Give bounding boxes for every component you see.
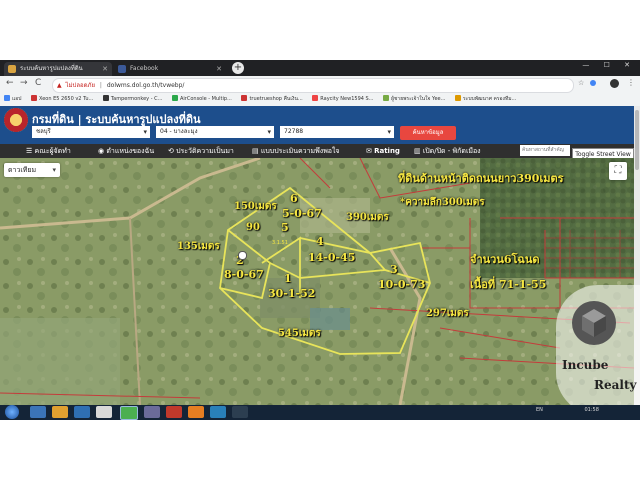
menu-history[interactable]: ⟲ ประวัติความเป็นมา	[168, 144, 234, 158]
window-controls[interactable]: — ☐ ✕	[582, 61, 636, 69]
parcel-6-area: 5-0-67	[282, 207, 322, 220]
forward-button[interactable]: →	[20, 78, 28, 88]
parcel-1-area: 30-1-52	[268, 287, 316, 300]
browser-tab-strip: ระบบค้นหารูปแปลงที่ดิน ✕ Facebook ✕	[0, 60, 640, 76]
parcel-number-input[interactable]: 72788	[280, 126, 394, 138]
measurement-bottom-right: 297เมตร	[426, 308, 469, 319]
bookmark-item[interactable]: Xeon E5 2650 v2 Tu...	[31, 93, 93, 106]
parcel-5-number: 5	[281, 221, 289, 234]
bookmark-favicon-icon	[171, 95, 178, 101]
watermark-line1: Incube	[562, 358, 609, 372]
tab-land-search[interactable]: ระบบค้นหารูปแปลงที่ดิน ✕	[4, 62, 112, 76]
parcel-2-area: 8-0-67	[224, 268, 264, 281]
watermark-line2: Realty	[594, 378, 637, 392]
new-tab-button[interactable]: +	[232, 62, 244, 74]
parcel-4-number: 4	[316, 235, 324, 248]
land-department-logo-icon	[4, 108, 28, 132]
media-taskbar-icon[interactable]	[74, 406, 90, 418]
clock[interactable]: 01:58	[585, 407, 599, 413]
explorer-taskbar-icon[interactable]	[30, 406, 46, 418]
district-select[interactable]: 04 - บางละมุง	[156, 126, 274, 138]
app-taskbar-icon[interactable]	[232, 406, 248, 418]
bookmark-item[interactable]: truetrueshop คืนเงิน...	[241, 93, 303, 106]
bookmark-item[interactable]: ระบบพัฒนาศ ครองทีม...	[454, 93, 516, 106]
parcel-3-area: 10-0-73	[378, 278, 426, 291]
system-tray: EN 01:58	[536, 407, 599, 413]
bookmark-favicon-icon	[312, 95, 319, 101]
road-front-note: ที่ดินด้านหน้าติดถนนยาว390เมตร	[398, 172, 564, 185]
chrome-taskbar-icon[interactable]	[120, 406, 138, 420]
bookmark-item[interactable]: Raycity New1594 S...	[312, 93, 373, 106]
parcel-3-number: 3	[390, 263, 398, 276]
bookmark-favicon-icon	[102, 95, 109, 101]
bookmark-item[interactable]: Tampermonkey - C...	[102, 93, 162, 106]
map-type-select[interactable]: ดาวเทียม	[4, 163, 60, 177]
url-text: dolwms.dol.go.th/tvwebp/	[106, 82, 185, 89]
bookmark-favicon-icon	[31, 95, 37, 101]
extension-icon[interactable]	[590, 80, 596, 86]
apps-grid-icon	[4, 95, 10, 101]
warning-icon: ▲	[57, 82, 62, 89]
reload-button[interactable]: C	[35, 78, 41, 88]
close-tab-icon[interactable]: ✕	[102, 62, 108, 76]
incube-logo-icon	[572, 301, 616, 345]
menu-toggle-coordinates[interactable]: ▥ เปิด/ปิด - พิกัดเมือง	[414, 144, 481, 158]
avatar[interactable]	[610, 79, 619, 88]
place-search-input[interactable]: ค้นหาสถานที่สำคัญ	[520, 145, 570, 156]
measurement-left-small: 90	[246, 222, 260, 233]
app-taskbar-icon[interactable]	[188, 406, 204, 418]
bookmark-item[interactable]: ผู้ชายพระเจ้าในใจ Yee...	[383, 93, 445, 106]
address-bar[interactable]: ▲ ไม่ปลอดภัย | dolwms.dol.go.th/tvwebp/	[52, 78, 574, 93]
province-select[interactable]: ชลบุรี	[32, 126, 150, 138]
menu-rating[interactable]: ✉ Rating	[366, 144, 400, 158]
land-department-icon	[8, 65, 16, 73]
bookmark-favicon-icon	[454, 95, 461, 101]
menu-credits[interactable]: ☰ คณะผู้จัดทำ	[26, 144, 71, 158]
app-taskbar-icon[interactable]	[96, 406, 112, 418]
language-indicator[interactable]: EN	[536, 407, 543, 413]
bookmark-item[interactable]: AirConsole - Multip...	[171, 93, 232, 106]
app-taskbar-icon[interactable]	[210, 406, 226, 418]
menu-my-location[interactable]: ◉ ตำแหน่งของฉัน	[98, 144, 154, 158]
tiny-label: 3.1.51	[272, 240, 288, 246]
close-tab-icon[interactable]: ✕	[216, 62, 222, 76]
scrollbar-thumb[interactable]	[635, 110, 639, 170]
parcel-4-area: 14-0-45	[308, 251, 356, 264]
folder-taskbar-icon[interactable]	[52, 406, 68, 418]
bookmark-apps[interactable]: แอป	[4, 93, 21, 106]
summary-total-area: เนื้อที่ 71-1-55	[470, 278, 547, 291]
security-label: ไม่ปลอดภัย	[65, 82, 95, 89]
measurement-top-left: 150เมตร	[234, 201, 277, 212]
parcel-6-number: 6	[290, 192, 298, 205]
facebook-icon	[118, 65, 126, 73]
measurement-top-right: 390เมตร	[346, 212, 389, 223]
map-pin-icon[interactable]	[238, 251, 247, 260]
back-button[interactable]: ←	[6, 78, 14, 88]
windows-start-icon[interactable]	[5, 405, 19, 419]
satellite-map[interactable]: 150เมตร 135เมตร 90 390เมตร 545เมตร 297เม…	[0, 158, 634, 405]
bookmarks-bar: แอป Xeon E5 2650 v2 Tu... Tampermonkey -…	[0, 93, 640, 107]
summary-deed-count: จำนวน6โฉนด	[470, 253, 540, 266]
menu-survey[interactable]: ▤ แบบประเมินความพึงพอใจ	[252, 144, 340, 158]
search-button[interactable]: ค้นหาข้อมูล	[400, 126, 456, 140]
fullscreen-icon[interactable]: ⛶	[609, 162, 627, 180]
parcel-1-number: 1	[284, 272, 292, 285]
measurement-bottom: 545เมตร	[278, 328, 321, 339]
app-taskbar-icon[interactable]	[144, 406, 160, 418]
app-taskbar-icon[interactable]	[166, 406, 182, 418]
bookmark-favicon-icon	[241, 95, 248, 101]
menu-kebab-icon[interactable]: ⋮	[627, 78, 635, 87]
tab-label: ระบบค้นหารูปแปลงที่ดิน	[20, 65, 83, 72]
measurement-left: 135เมตร	[177, 241, 220, 252]
tab-facebook[interactable]: Facebook ✕	[114, 62, 226, 76]
tab-label: Facebook	[130, 65, 159, 72]
bookmark-favicon-icon	[383, 95, 390, 101]
star-icon[interactable]: ☆	[578, 79, 584, 87]
depth-note: *ความลึก300เมตร	[400, 197, 485, 208]
